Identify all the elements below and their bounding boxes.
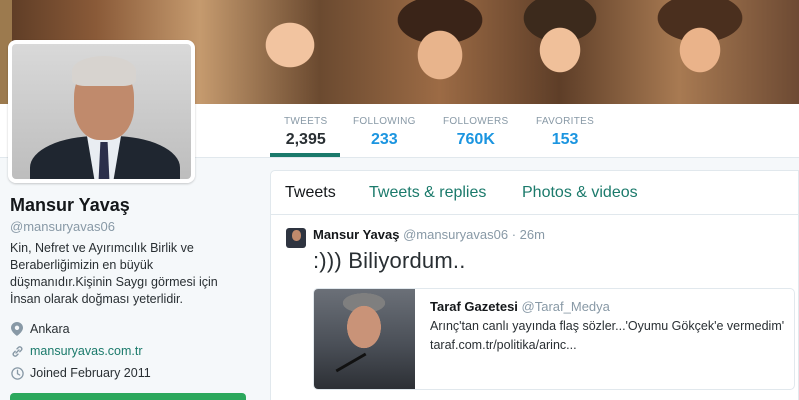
stat-value: 233 bbox=[371, 131, 398, 148]
profile-location: Ankara bbox=[10, 322, 70, 336]
tweet-avatar[interactable] bbox=[286, 228, 306, 248]
avatar-hair bbox=[72, 56, 136, 86]
stat-label: FOLLOWING bbox=[353, 116, 416, 127]
tweet-item[interactable]: Mansur Yavaş @mansuryavas06 · 26m :))) B… bbox=[271, 216, 798, 400]
stat-tweets[interactable]: TWEETS 2,395 bbox=[284, 116, 327, 149]
profile-joined: Joined February 2011 bbox=[10, 366, 151, 380]
location-text: Ankara bbox=[30, 322, 70, 336]
tweet-header: Mansur Yavaş @mansuryavas06 · 26m bbox=[313, 227, 545, 242]
map-pin-icon bbox=[10, 322, 24, 336]
stat-label: FOLLOWERS bbox=[443, 116, 509, 127]
tweet-author-handle[interactable]: @mansuryavas06 bbox=[403, 227, 508, 242]
card-url[interactable]: taraf.com.tr/politika/arinc... bbox=[430, 338, 786, 352]
tab-photos-videos[interactable]: Photos & videos bbox=[522, 184, 638, 202]
stat-label: FAVORITES bbox=[536, 116, 595, 127]
timeline: Tweets Tweets & replies Photos & videos … bbox=[270, 170, 799, 400]
profile-bio: Kin, Nefret ve Ayırımcılık Birlik ve Ber… bbox=[10, 241, 218, 306]
calendar-icon bbox=[10, 366, 24, 380]
card-source-handle[interactable]: @Taraf_Medya bbox=[522, 299, 610, 314]
stat-value: 153 bbox=[551, 131, 579, 148]
stat-favorites[interactable]: FAVORITES 153 bbox=[536, 116, 594, 149]
joined-text: Joined February 2011 bbox=[30, 366, 151, 380]
card-thumbnail bbox=[314, 289, 415, 389]
tab-tweets[interactable]: Tweets bbox=[285, 184, 336, 202]
tweet-text: :))) Biliyordum.. bbox=[313, 248, 466, 273]
card-body: Taraf Gazetesi @Taraf_Medya Arınç'tan ca… bbox=[430, 299, 786, 352]
tweet-author-name[interactable]: Mansur Yavaş bbox=[313, 227, 399, 242]
stat-following[interactable]: FOLLOWING 233 bbox=[353, 116, 416, 149]
tweet-to-button[interactable] bbox=[10, 393, 246, 400]
tab-tweets-replies[interactable]: Tweets & replies bbox=[369, 184, 486, 202]
card-source: Taraf Gazetesi @Taraf_Medya bbox=[430, 299, 786, 314]
stat-value: 760K bbox=[456, 131, 495, 148]
profile-avatar[interactable] bbox=[8, 40, 195, 183]
profile-website: mansuryavas.com.tr bbox=[10, 344, 143, 358]
card-source-name[interactable]: Taraf Gazetesi bbox=[430, 299, 518, 314]
link-icon bbox=[10, 344, 24, 358]
stat-value: 2,395 bbox=[285, 131, 326, 148]
profile-handle[interactable]: @mansuryavas06 bbox=[10, 219, 115, 234]
stat-followers[interactable]: FOLLOWERS 760K bbox=[443, 116, 509, 149]
card-description: Arınç'tan canlı yayında flaş sözler...'O… bbox=[430, 319, 785, 333]
quoted-tweet-card[interactable]: Taraf Gazetesi @Taraf_Medya Arınç'tan ca… bbox=[313, 288, 795, 390]
timeline-tabs: Tweets Tweets & replies Photos & videos bbox=[271, 171, 798, 215]
profile-name[interactable]: Mansur Yavaş bbox=[10, 195, 130, 216]
website-link[interactable]: mansuryavas.com.tr bbox=[30, 344, 143, 358]
stat-label: TWEETS bbox=[284, 116, 328, 127]
active-stat-underline bbox=[270, 153, 340, 157]
tweet-timestamp[interactable]: · 26m bbox=[512, 227, 545, 242]
